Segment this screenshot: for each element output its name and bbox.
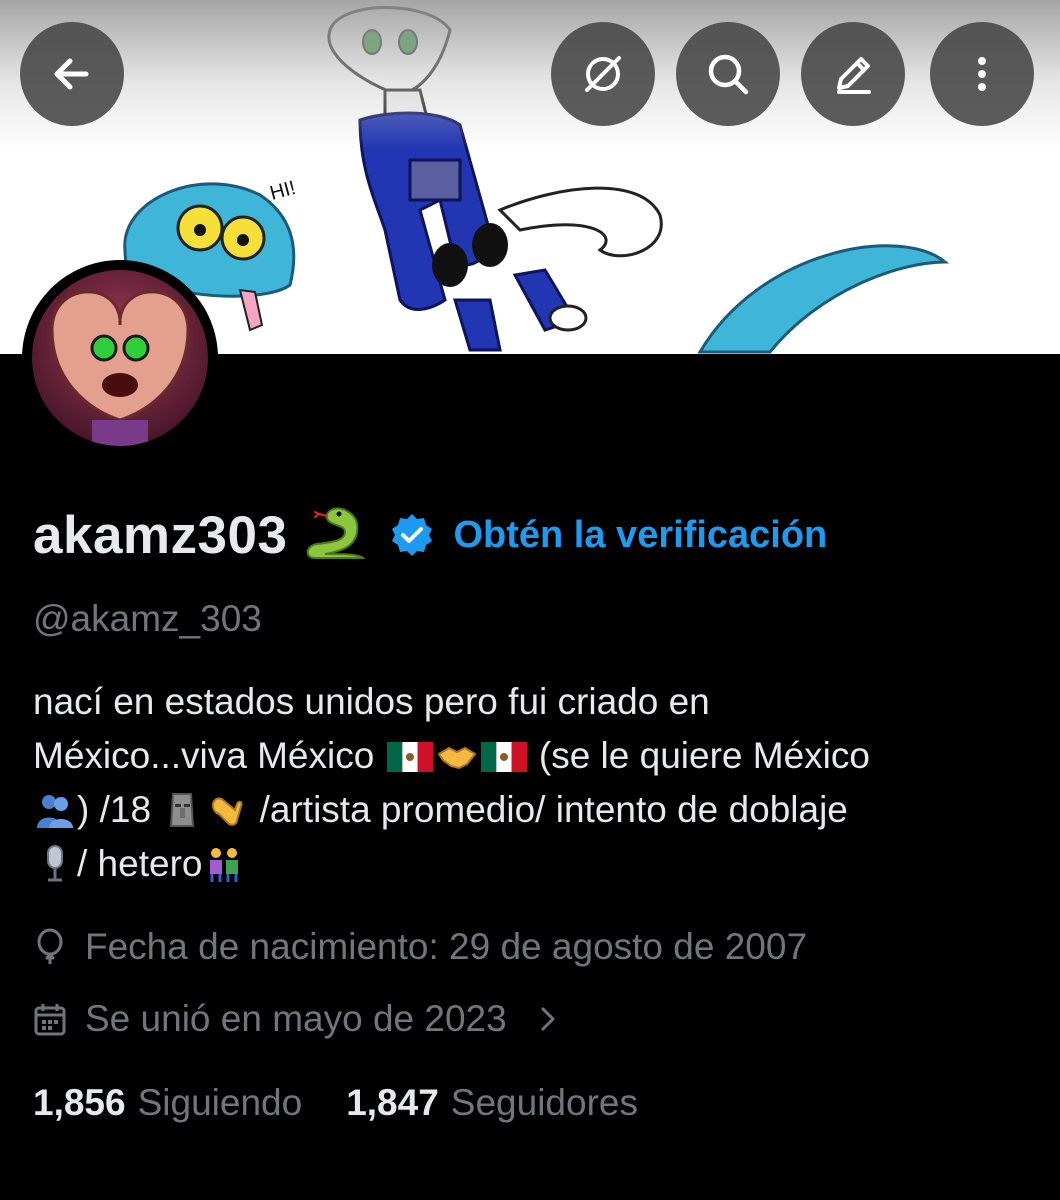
bio-line-2a: México...viva México xyxy=(33,735,375,776)
snake-emoji-icon xyxy=(307,507,366,559)
search-button[interactable] xyxy=(676,22,780,126)
grok-button[interactable] xyxy=(551,22,655,126)
mexico-flag-icon xyxy=(386,742,433,772)
avatar[interactable] xyxy=(22,260,218,456)
joined-row[interactable]: Se unió en mayo de 2023 xyxy=(33,998,561,1040)
call-me-hand-icon xyxy=(212,797,243,826)
more-options-button[interactable] xyxy=(930,22,1034,126)
bio-line-3b: /artista promedio/ intento de doblaje xyxy=(259,789,848,830)
name-row: akamz303 Obtén la verificación xyxy=(33,500,827,570)
handshake-icon xyxy=(437,746,477,770)
more-vertical-icon xyxy=(978,57,986,91)
grok-icon xyxy=(585,56,621,92)
balloon-icon xyxy=(37,928,63,964)
birthday-text: Fecha de nacimiento: 29 de agosto de 200… xyxy=(85,926,808,967)
mexico-flag-icon xyxy=(480,742,527,772)
followers-count: 1,847 xyxy=(346,1082,439,1123)
edit-icon xyxy=(837,57,871,94)
bio-line-3a: ) /18 xyxy=(77,789,152,830)
following-link[interactable]: 1,856 Siguiendo xyxy=(33,1082,302,1124)
follow-stats: 1,856 Siguiendo 1,847 Seguidores xyxy=(33,1082,638,1124)
people-hugging-icon xyxy=(37,795,73,828)
following-count: 1,856 xyxy=(33,1082,126,1123)
search-icon xyxy=(708,54,749,95)
verified-badge-icon[interactable] xyxy=(389,512,435,558)
display-name: akamz303 xyxy=(33,505,288,565)
birthday-row: Fecha de nacimiento: 29 de agosto de 200… xyxy=(33,926,807,968)
get-verified-link[interactable]: Obtén la verificación xyxy=(453,514,827,557)
bio-line-1: nací en estados unidos pero fui criado e… xyxy=(33,681,710,722)
microphone-icon xyxy=(47,845,63,882)
avatar-image xyxy=(32,270,208,446)
moai-icon xyxy=(170,793,195,827)
joined-text: Se unió en mayo de 2023 xyxy=(85,998,507,1039)
edit-button[interactable] xyxy=(801,22,905,126)
chevron-right-icon xyxy=(541,1007,555,1031)
svg-text:HI!: HI! xyxy=(268,177,298,205)
bio: nací en estados unidos pero fui criado e… xyxy=(33,675,1023,891)
back-arrow-icon xyxy=(54,58,89,90)
calendar-icon xyxy=(34,1004,66,1036)
followers-label: Seguidores xyxy=(450,1082,638,1123)
following-label: Siguiendo xyxy=(137,1082,303,1123)
couple-icon xyxy=(210,848,239,882)
followers-link[interactable]: 1,847 Seguidores xyxy=(346,1082,638,1124)
user-handle: @akamz_303 xyxy=(33,598,262,639)
bio-line-2b: (se le quiere México xyxy=(538,735,870,776)
bio-line-4a: / hetero xyxy=(77,843,203,884)
back-button[interactable] xyxy=(20,22,124,126)
